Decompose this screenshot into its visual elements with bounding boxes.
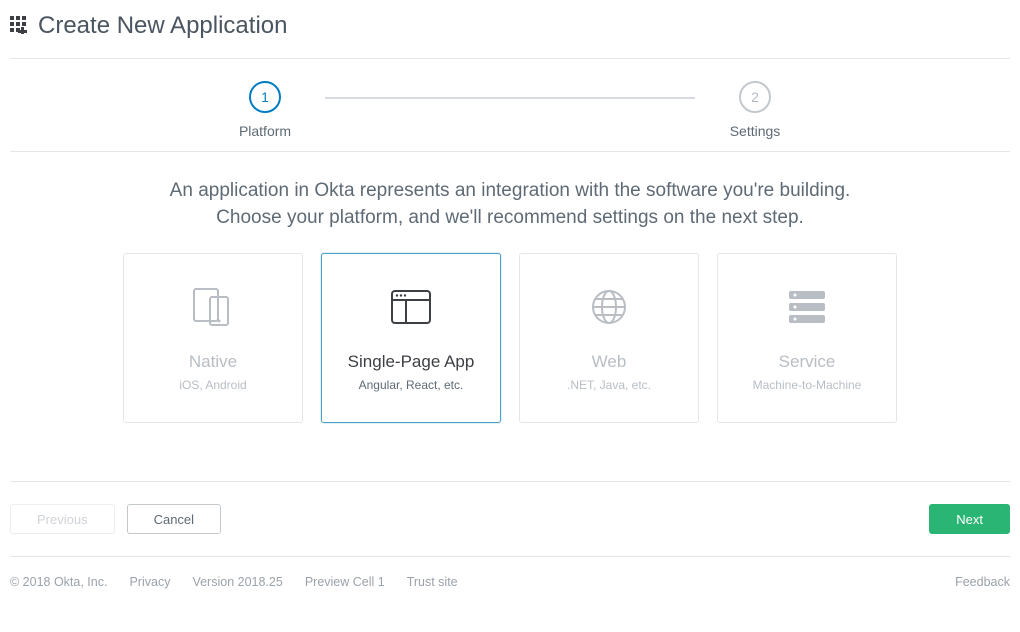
- footer-privacy-link[interactable]: Privacy: [129, 575, 170, 589]
- intro-line-2: Choose your platform, and we'll recommen…: [30, 205, 990, 232]
- footer-cell: Preview Cell 1: [305, 575, 385, 589]
- footer-version: Version 2018.25: [192, 575, 282, 589]
- card-title: Service: [779, 352, 836, 372]
- card-title: Native: [189, 352, 237, 372]
- step-number: 1: [249, 81, 281, 113]
- platform-card-spa[interactable]: Single-Page App Angular, React, etc.: [321, 253, 501, 423]
- page-header: Create New Application: [10, 8, 1010, 59]
- card-subtitle: .NET, Java, etc.: [567, 378, 651, 392]
- step-number: 2: [739, 81, 771, 113]
- intro-line-1: An application in Okta represents an int…: [30, 178, 990, 205]
- step-settings[interactable]: 2 Settings: [695, 81, 815, 139]
- wizard-stepper: 1 Platform 2 Settings: [10, 59, 1010, 152]
- platform-card-native[interactable]: Native iOS, Android: [123, 253, 303, 423]
- native-icon: [190, 284, 236, 330]
- previous-button: Previous: [10, 504, 115, 534]
- platform-card-service[interactable]: Service Machine-to-Machine: [717, 253, 897, 423]
- platform-card-web[interactable]: Web .NET, Java, etc.: [519, 253, 699, 423]
- step-label: Platform: [239, 123, 291, 139]
- page-footer: © 2018 Okta, Inc. Privacy Version 2018.2…: [10, 556, 1010, 589]
- app-grid-icon: [10, 16, 28, 37]
- service-icon: [785, 284, 829, 330]
- step-connector: [325, 97, 695, 99]
- button-bar: Previous Cancel Next: [10, 481, 1010, 556]
- card-subtitle: iOS, Android: [179, 378, 246, 392]
- footer-feedback-link[interactable]: Feedback: [955, 575, 1010, 589]
- footer-trust-link[interactable]: Trust site: [407, 575, 458, 589]
- spa-icon: [390, 284, 432, 330]
- intro-text: An application in Okta represents an int…: [10, 152, 1010, 253]
- card-subtitle: Machine-to-Machine: [753, 378, 862, 392]
- card-title: Web: [592, 352, 627, 372]
- page-title: Create New Application: [38, 12, 287, 40]
- cancel-button[interactable]: Cancel: [127, 504, 221, 534]
- step-platform[interactable]: 1 Platform: [205, 81, 325, 139]
- footer-copyright: © 2018 Okta, Inc.: [10, 575, 107, 589]
- step-label: Settings: [730, 123, 781, 139]
- card-title: Single-Page App: [348, 352, 475, 372]
- platform-options: Native iOS, Android Single-Page App Angu…: [10, 253, 1010, 453]
- card-subtitle: Angular, React, etc.: [359, 378, 464, 392]
- web-icon: [589, 284, 629, 330]
- next-button[interactable]: Next: [929, 504, 1010, 534]
